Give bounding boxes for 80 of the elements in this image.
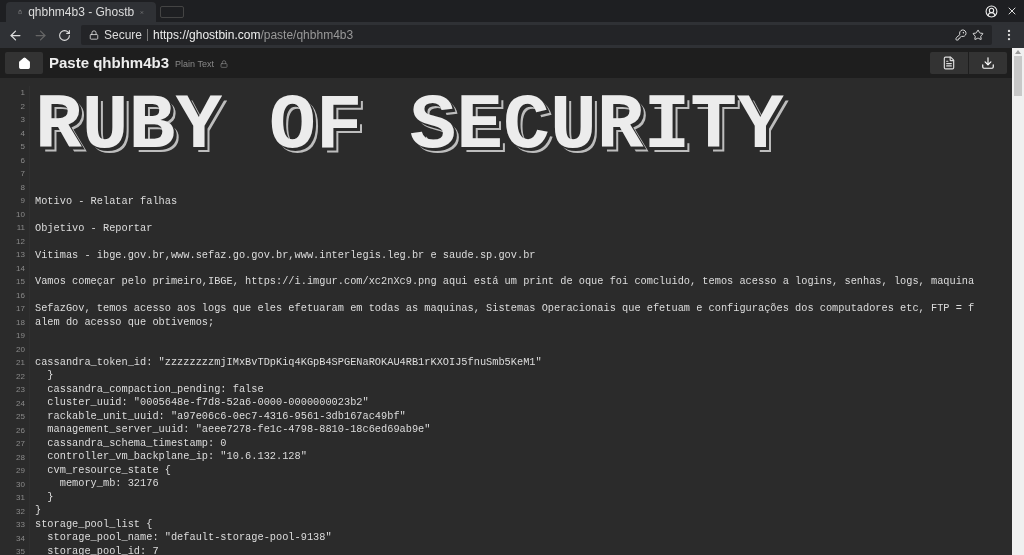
code-line: cassandra_schema_timestamp: 0 (46, 436, 227, 449)
code-line: controller_vm_backplane_ip: "10.6.132.128" (46, 450, 307, 462)
code-line: alem do acesso que obtivemos; (35, 315, 215, 328)
line-number: 16 (16, 289, 25, 302)
line-number: 12 (16, 235, 25, 248)
line-number: 3 (20, 114, 25, 126)
line-number: 13 (16, 249, 25, 261)
document-icon (942, 56, 956, 70)
line-number: 26 (16, 424, 25, 437)
close-icon[interactable] (1006, 5, 1018, 17)
code-line: storage_pool_list { (35, 517, 153, 530)
line-number: 6 (20, 154, 25, 167)
line-number: 19 (16, 330, 25, 342)
lock-icon (89, 30, 99, 40)
code-line: Vitimas - ibge.gov.br,www.sefaz.go.gov.br,www.interlegis.leg.br e saude.sp.gov.br (35, 248, 536, 261)
line-number: 25 (16, 411, 25, 423)
line-number: 4 (20, 127, 25, 140)
home-button[interactable] (5, 52, 43, 74)
line-number: 24 (16, 397, 25, 410)
line-number: 14 (16, 262, 25, 275)
line-number: 1 (20, 87, 25, 99)
line-number: 32 (16, 505, 25, 518)
line-number: 23 (16, 384, 25, 396)
back-icon[interactable] (8, 27, 23, 43)
line-number: 11 (16, 222, 25, 234)
key-icon[interactable] (955, 29, 967, 41)
code-line: storage_pool_id: 7 (46, 544, 159, 555)
line-number: 35 (16, 546, 25, 555)
line-number: 18 (16, 316, 25, 329)
line-number: 27 (16, 438, 25, 450)
line-number: 17 (16, 303, 25, 315)
code-line: storage_pool_name: "default-storage-pool-9138" (46, 531, 332, 543)
address-bar[interactable]: Secure https://ghostbin.com/paste/qhbhm4b3 (81, 25, 992, 45)
code-line: memory_mb: 32176 (58, 477, 159, 489)
language-label: Plain Text (175, 57, 214, 71)
line-number: 2 (20, 100, 25, 113)
scrollbar[interactable] (1012, 48, 1024, 555)
code-line: SefazGov, temos acesso aos logs que eles efetuaram em todas as maquinas, Sistemas Operacionais que efetuam e configurações dos computadores etc, FTP = f (35, 302, 975, 314)
download-button[interactable] (969, 52, 1007, 74)
code-line: } (35, 504, 42, 516)
code-line: } (46, 490, 54, 503)
code-line: cassandra_compaction_pending: false (46, 382, 264, 395)
line-number: 5 (20, 141, 25, 153)
line-number: 21 (16, 357, 25, 369)
paste-title: Paste qhbhm4b3 (49, 52, 170, 73)
line-number: 9 (20, 195, 25, 207)
line-number: 34 (16, 532, 25, 545)
line-number: 20 (16, 343, 25, 356)
line-number: 10 (16, 208, 25, 221)
line-number: 30 (16, 478, 25, 491)
profile-icon[interactable] (985, 4, 998, 18)
line-number: 29 (16, 465, 25, 477)
code-line: cluster_uuid: "0005648e-f7d8-52a6-0000-0000000023b2" (46, 396, 369, 408)
lock-icon (219, 60, 228, 68)
line-number: 28 (16, 451, 25, 464)
line-number: 31 (16, 492, 25, 504)
line-number: 22 (16, 370, 25, 383)
code-line: management_server_uuid: "aeee7278-fe1c-4798-8810-18c6ed69ab9e" (46, 423, 431, 435)
line-number: 8 (20, 181, 25, 194)
line-number: 33 (16, 519, 25, 531)
home-icon (17, 56, 31, 70)
reload-icon[interactable] (58, 28, 71, 42)
code-line: cassandra_token_id: "zzzzzzzzmjIMxBvTDpKiq4KGpB4SPGENaROKAU4RB1rKXOIJ5fnuSmb5KeM1" (35, 355, 542, 368)
raw-text-button[interactable] (930, 52, 968, 74)
tab-title: qhbhm4b3 - Ghostb (28, 4, 135, 21)
code-line: cvm_resource_state { (46, 463, 171, 476)
star-icon[interactable] (972, 29, 984, 41)
scrollbar-thumb[interactable] (1014, 56, 1022, 96)
code-line: Objetivo - Reportar (35, 221, 153, 234)
line-number: 7 (20, 168, 25, 180)
security-label: Secure (104, 27, 143, 44)
banner-title: RUBY OF SECURITY (35, 86, 784, 165)
line-number: 15 (16, 276, 25, 288)
url-text: https://ghostbin.com/paste/qhbhm4b3 (153, 27, 354, 44)
code-line: Motivo - Relatar falhas (35, 195, 178, 207)
browser-tab[interactable]: qhbhm4b3 - Ghostb (6, 2, 156, 22)
code-line: } (46, 369, 54, 381)
code-line: rackable_unit_uuid: "a97e06c6-0ec7-4316-9561-3db167ac49bf" (46, 409, 406, 422)
code-line: Vamos começar pelo primeiro,IBGE, https://i.imgur.com/xc2nXc9.png aqui está um print de oque foi comcluido, temos acesso a logins, senhas, logs, maquina (35, 275, 975, 288)
download-icon (981, 56, 995, 70)
